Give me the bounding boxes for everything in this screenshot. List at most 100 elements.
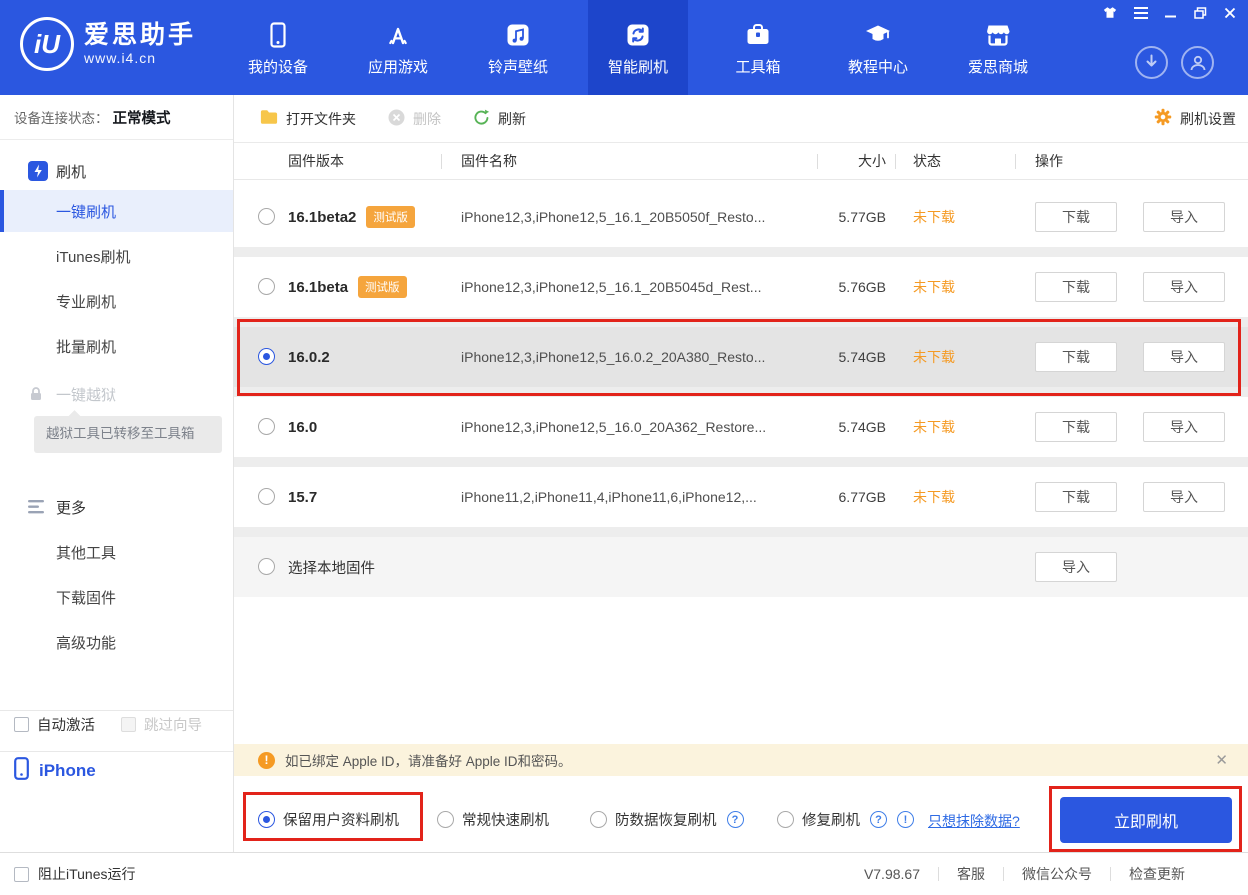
theme-skin-icon[interactable] xyxy=(1103,6,1117,19)
account-icon[interactable] xyxy=(1181,46,1214,79)
firmware-row-16.1beta[interactable]: 16.1beta 测试版 iPhone12,3,iPhone12,5_16.1_2… xyxy=(234,257,1248,317)
menu-list-icon[interactable] xyxy=(1134,6,1148,19)
customer-service-link[interactable]: 客服 xyxy=(939,864,1003,884)
import-button[interactable]: 导入 xyxy=(1143,482,1225,512)
delete-button[interactable]: 删除 xyxy=(388,109,441,129)
help-icon[interactable]: ? xyxy=(726,811,744,828)
sidebar-item-itunes-flash[interactable]: iTunes刷机 xyxy=(0,235,233,277)
wechat-official-link[interactable]: 微信公众号 xyxy=(1004,864,1110,884)
minimize-icon[interactable] xyxy=(1165,7,1177,19)
open-folder-button[interactable]: 打开文件夹 xyxy=(260,109,356,129)
sidebar-item-download-firmware[interactable]: 下载固件 xyxy=(0,576,233,618)
nav-tutorial-center[interactable]: 教程中心 xyxy=(828,0,928,95)
nav-toolbox[interactable]: 工具箱 xyxy=(708,0,808,95)
option-normal-fast-flash[interactable]: 常规快速刷机 xyxy=(437,809,549,830)
firmware-row-16.0[interactable]: 16.0 iPhone12,3,iPhone12,5_16.0_20A362_R… xyxy=(234,397,1248,457)
auto-activate-checkbox[interactable] xyxy=(14,717,29,732)
import-button[interactable]: 导入 xyxy=(1143,342,1225,372)
firmware-row-15.7[interactable]: 15.7 iPhone11,2,iPhone11,4,iPhone11,6,iP… xyxy=(234,467,1248,527)
beta-badge: 测试版 xyxy=(366,206,415,228)
nav-ringtones-wallpaper[interactable]: 铃声壁纸 xyxy=(468,0,568,95)
firmware-status: 未下载 xyxy=(913,279,955,295)
firmware-size: 6.77GB xyxy=(838,489,886,505)
row-radio[interactable] xyxy=(258,208,275,225)
auto-activate-option[interactable]: 自动激活 xyxy=(14,714,95,735)
sidebar-group-flash[interactable]: 刷机 xyxy=(0,150,233,192)
option-radio-checked[interactable] xyxy=(258,811,275,828)
apple-id-notice: ! 如已绑定 Apple ID，请准备好 Apple ID和密码。 ✕ xyxy=(234,744,1248,776)
import-button[interactable]: 导入 xyxy=(1143,202,1225,232)
sidebar-group-more[interactable]: 更多 xyxy=(0,486,233,528)
sidebar-item-batch-flash[interactable]: 批量刷机 xyxy=(0,325,233,367)
nav-my-device[interactable]: 我的设备 xyxy=(228,0,328,95)
briefcase-icon xyxy=(744,19,772,49)
firmware-name: iPhone11,2,iPhone11,4,iPhone11,6,iPhone1… xyxy=(461,489,757,505)
skip-wizard-checkbox[interactable] xyxy=(121,717,136,732)
sidebar-divider xyxy=(0,751,233,752)
status-bar: 阻止iTunes运行 V7.98.67 客服 微信公众号 检查更新 xyxy=(0,852,1248,895)
download-manager-icon[interactable] xyxy=(1135,46,1168,79)
import-button[interactable]: 导入 xyxy=(1143,412,1225,442)
refresh-square-icon xyxy=(624,19,652,49)
row-radio-checked[interactable] xyxy=(258,348,275,365)
download-button[interactable]: 下载 xyxy=(1035,412,1117,442)
row-radio[interactable] xyxy=(258,558,275,575)
refresh-icon xyxy=(473,109,490,129)
firmware-row-16.1beta2[interactable]: 16.1beta2 测试版 iPhone12,3,iPhone12,5_16.1_… xyxy=(234,187,1248,247)
option-radio[interactable] xyxy=(437,811,454,828)
sidebar-item-pro-flash[interactable]: 专业刷机 xyxy=(0,280,233,322)
flash-settings-button[interactable]: 刷机设置 xyxy=(1154,108,1236,129)
sidebar-checkboxes: 自动激活 跳过向导 xyxy=(14,714,202,735)
firmware-status: 未下载 xyxy=(913,349,955,365)
download-button[interactable]: 下载 xyxy=(1035,342,1117,372)
firmware-status: 未下载 xyxy=(913,489,955,505)
row-radio[interactable] xyxy=(258,418,275,435)
download-button[interactable]: 下载 xyxy=(1035,202,1117,232)
option-keep-user-data[interactable]: 保留用户资料刷机 xyxy=(258,809,399,830)
import-button[interactable]: 导入 xyxy=(1035,552,1117,582)
main-nav: 我的设备 应用游戏 铃声壁纸 智能刷机 工具箱 教程中心 爱思商城 xyxy=(218,0,1058,95)
firmware-status: 未下载 xyxy=(913,209,955,225)
import-button[interactable]: 导入 xyxy=(1143,272,1225,302)
download-button[interactable]: 下载 xyxy=(1035,272,1117,302)
option-radio[interactable] xyxy=(777,811,794,828)
erase-data-link[interactable]: 只想抹除数据? xyxy=(928,811,1020,831)
download-button[interactable]: 下载 xyxy=(1035,482,1117,512)
skip-wizard-option[interactable]: 跳过向导 xyxy=(121,714,202,735)
check-update-link[interactable]: 检查更新 xyxy=(1111,864,1203,884)
connected-device-iphone[interactable]: iPhone xyxy=(14,757,96,785)
option-repair-flash[interactable]: 修复刷机 ? ! xyxy=(777,809,914,830)
window-controls xyxy=(1103,6,1236,19)
column-header-actions: 操作 xyxy=(1035,153,1063,169)
notice-close-icon[interactable]: ✕ xyxy=(1215,751,1228,769)
option-anti-data-recovery[interactable]: 防数据恢复刷机 ? xyxy=(590,809,744,830)
maximize-icon[interactable] xyxy=(1194,6,1207,19)
row-radio[interactable] xyxy=(258,488,275,505)
option-radio[interactable] xyxy=(590,811,607,828)
nav-i4-store[interactable]: 爱思商城 xyxy=(948,0,1048,95)
brand-name: 爱思助手 xyxy=(84,21,197,50)
refresh-button[interactable]: 刷新 xyxy=(473,109,526,129)
row-radio[interactable] xyxy=(258,278,275,295)
block-itunes-checkbox[interactable] xyxy=(14,866,29,882)
firmware-row-local[interactable]: 选择本地固件 导入 xyxy=(234,537,1248,597)
flash-phone-icon xyxy=(28,161,48,181)
help-icon[interactable]: ? xyxy=(870,811,887,828)
sidebar-item-other-tools[interactable]: 其他工具 xyxy=(0,531,233,573)
firmware-version: 16.0 xyxy=(288,418,318,436)
folder-icon xyxy=(260,109,278,128)
flash-now-button[interactable]: 立即刷机 xyxy=(1060,797,1232,843)
info-warning-icon[interactable]: ! xyxy=(897,811,914,828)
sidebar-item-one-click-flash[interactable]: 一键刷机 xyxy=(0,190,233,232)
sidebar-item-jailbreak[interactable]: 一键越狱 xyxy=(0,373,233,415)
firmware-name: iPhone12,3,iPhone12,5_16.0.2_20A380_Rest… xyxy=(461,349,766,365)
nav-smart-flash[interactable]: 智能刷机 xyxy=(588,0,688,95)
column-header-status: 状态 xyxy=(913,153,941,169)
block-itunes-option[interactable]: 阻止iTunes运行 xyxy=(14,864,136,884)
sidebar-item-advanced-features[interactable]: 高级功能 xyxy=(0,621,233,663)
nav-apps-games[interactable]: 应用游戏 xyxy=(348,0,448,95)
close-icon[interactable] xyxy=(1224,7,1236,19)
firmware-row-16.0.2-selected[interactable]: 16.0.2 iPhone12,3,iPhone12,5_16.0.2_20A3… xyxy=(234,327,1248,387)
storefront-icon xyxy=(984,19,1012,49)
device-status: 设备连接状态： 正常模式 xyxy=(0,95,233,140)
